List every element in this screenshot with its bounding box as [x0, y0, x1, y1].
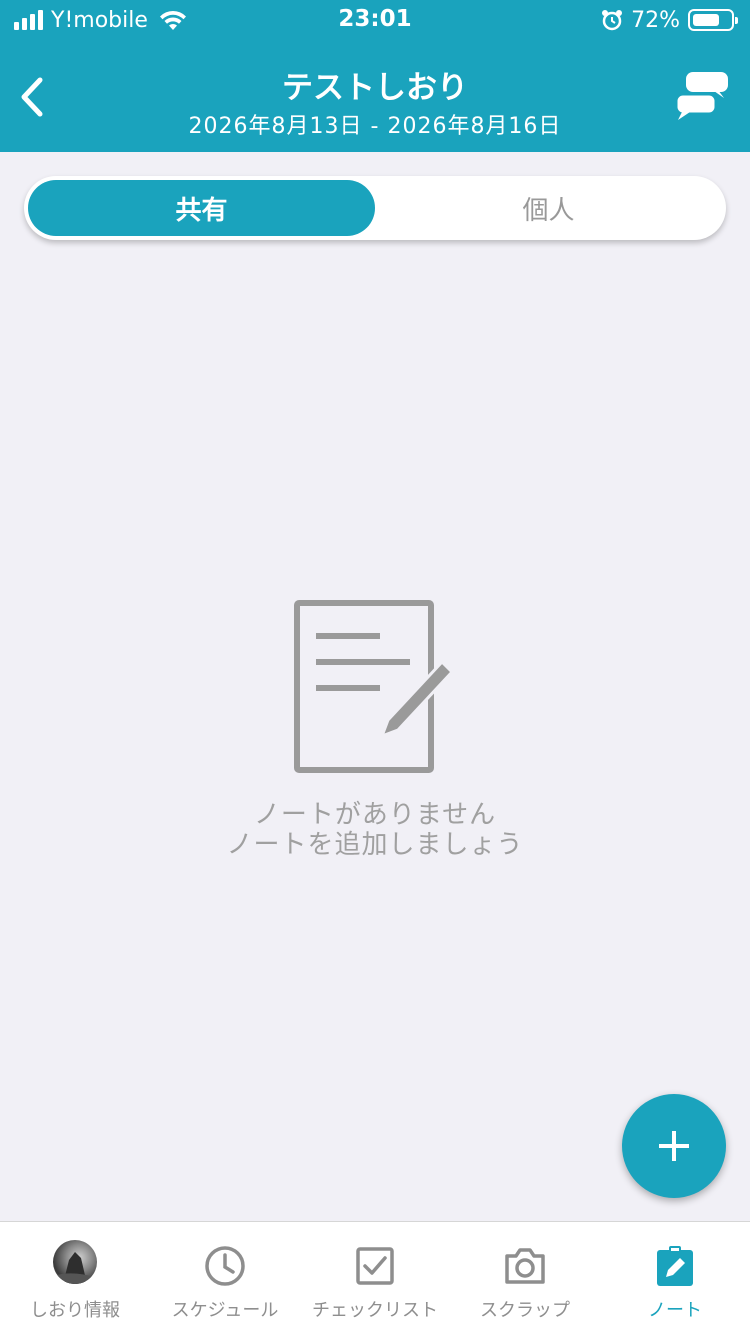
camera-icon [505, 1248, 545, 1284]
tab-label: スケジュール [171, 1300, 279, 1321]
shared-personal-segmented-control: 共有 個人 [24, 176, 726, 240]
segment-shared[interactable]: 共有 [28, 180, 375, 236]
app-header: Y!mobile 23:01 72% テストしおり 2026年8月13日 - 2… [0, 0, 750, 152]
avatar [53, 1240, 97, 1284]
empty-state-line2: ノートを追加しましょう [226, 830, 524, 860]
status-bar: Y!mobile 23:01 72% [0, 0, 750, 40]
add-note-button[interactable] [622, 1094, 726, 1198]
empty-state-line1: ノートがありません [253, 800, 497, 830]
plus-icon [659, 1131, 689, 1161]
tab-note[interactable]: ノート [600, 1222, 750, 1334]
battery-percent: 72% [631, 7, 680, 33]
clock-icon [205, 1246, 245, 1286]
tab-label: しおり情報 [30, 1300, 120, 1321]
checkbox-icon [356, 1247, 394, 1285]
tab-scrap[interactable]: スクラップ [450, 1222, 600, 1334]
alarm-icon [602, 10, 623, 31]
bottom-tab-bar: しおり情報 スケジュール チェックリスト スクラップ ノート [0, 1221, 750, 1334]
status-right: 72% [601, 6, 738, 34]
tab-checklist[interactable]: チェックリスト [300, 1222, 450, 1334]
note-edit-icon [294, 600, 455, 773]
empty-state-message: ノートがありません ノートを追加しましょう [0, 800, 750, 860]
tab-schedule[interactable]: スケジュール [150, 1222, 300, 1334]
segment-personal[interactable]: 個人 [375, 180, 722, 236]
battery-icon [688, 9, 738, 31]
battery-level [693, 14, 719, 26]
tab-label: ノート [648, 1300, 702, 1321]
note-pencil-icon [657, 1246, 693, 1286]
chat-bubbles-icon[interactable] [674, 70, 730, 122]
tab-shiori-info[interactable]: しおり情報 [0, 1222, 150, 1334]
page-title: テストしおり [282, 70, 468, 106]
tab-label: スクラップ [480, 1300, 570, 1321]
date-range: 2026年8月13日 - 2026年8月16日 [188, 114, 562, 139]
tab-label: チェックリスト [312, 1300, 438, 1321]
